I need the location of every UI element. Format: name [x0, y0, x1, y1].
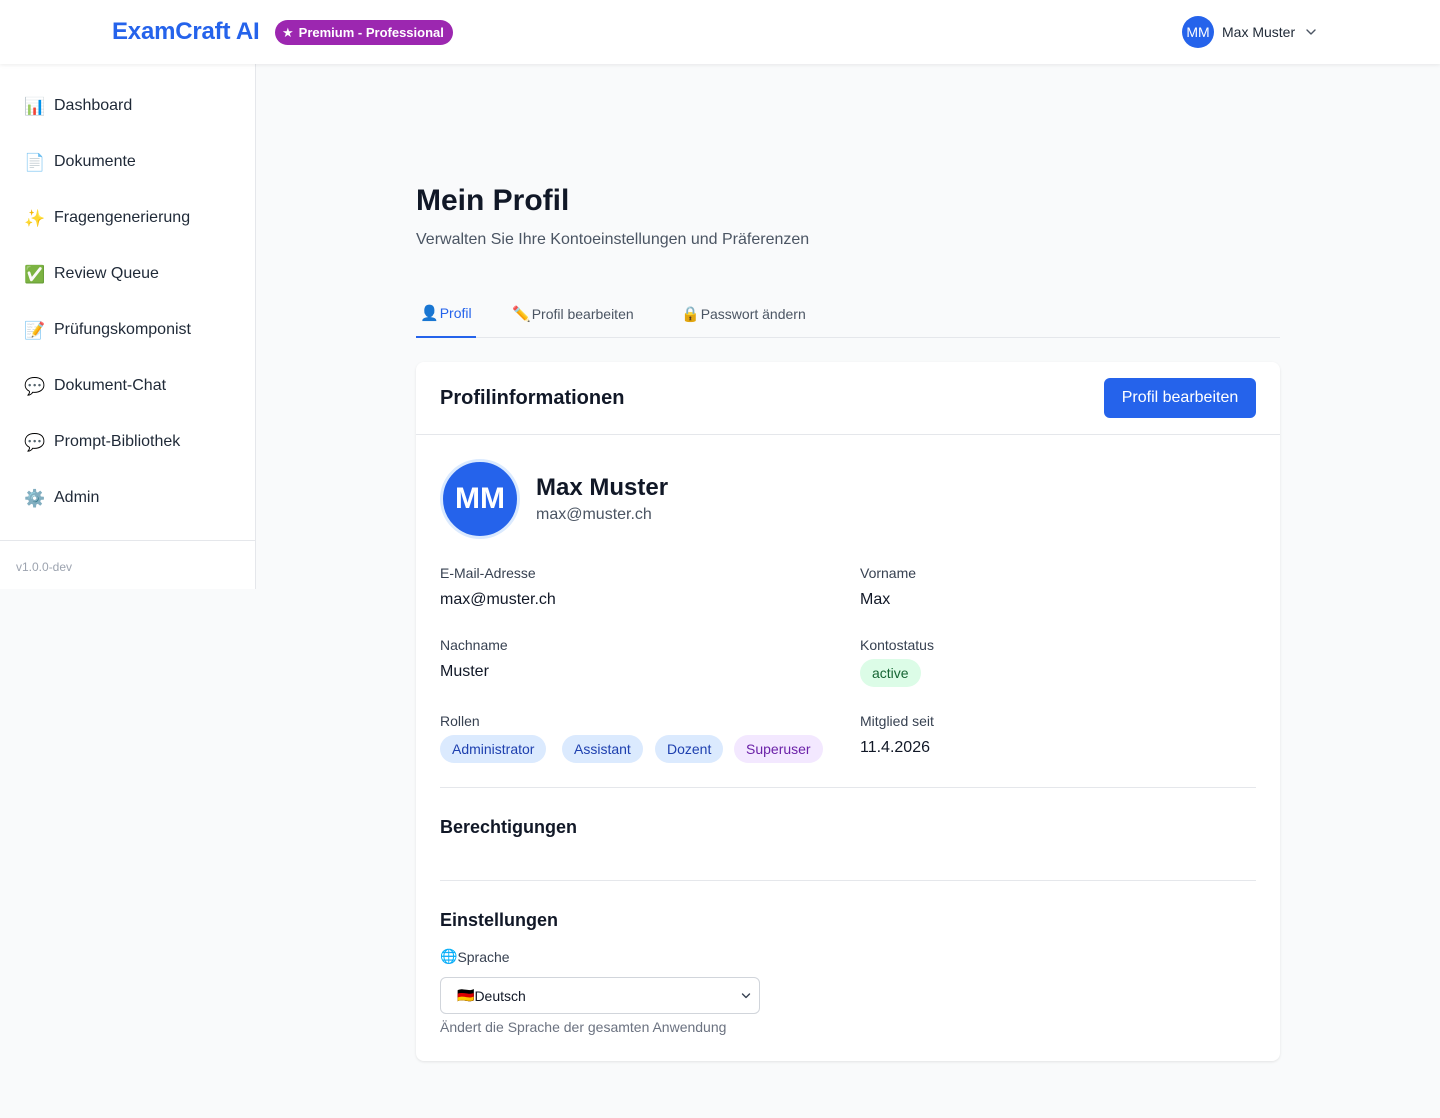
- sidebar-item-fragengenerierung[interactable]: ✨ Fragengenerierung: [0, 190, 255, 246]
- version-label: v1.0.0-dev: [16, 560, 73, 574]
- user-name: Max Muster: [1222, 24, 1296, 40]
- star-icon: ★: [282, 25, 294, 40]
- sidebar-item-label: Dashboard: [54, 97, 133, 114]
- page-title: Mein Profil: [416, 184, 570, 217]
- sidebar-item-review-queue[interactable]: ✅ Review Queue: [0, 246, 255, 302]
- sidebar-item-label: Dokument-Chat: [54, 377, 167, 394]
- chevron-down-icon: [741, 993, 751, 999]
- plan-badge: ★ Premium - Professional: [275, 20, 453, 45]
- language-select[interactable]: 🇩🇪 Deutsch: [440, 977, 760, 1014]
- profile-avatar: MM: [440, 459, 520, 539]
- sidebar-item-dokumente[interactable]: 📄 Dokumente: [0, 134, 255, 190]
- sidebar-item-dashboard[interactable]: 📊 Dashboard: [0, 78, 255, 134]
- bar-chart-icon: 📊: [24, 96, 46, 116]
- tab-profil-bearbeiten[interactable]: ✏️ Profil bearbeiten: [508, 290, 638, 338]
- permissions-title: Berechtigungen: [440, 817, 578, 837]
- speech-bubble-icon: 💬: [24, 376, 46, 396]
- sidebar-item-label: Review Queue: [54, 265, 159, 282]
- profile-tabs: 👤 Profil ✏️ Profil bearbeiten 🔒 Passwort…: [416, 290, 1280, 338]
- sidebar-item-admin[interactable]: ⚙️ Admin: [0, 470, 255, 526]
- speech-bubble-icon: 💬: [24, 432, 46, 452]
- plan-badge-label: Premium - Professional: [298, 25, 444, 40]
- firstname-label: Vorname: [860, 565, 917, 581]
- check-mark-icon: ✅: [24, 264, 46, 284]
- sidebar-item-pruefungskomponist[interactable]: 📝 Prüfungskomponist: [0, 302, 255, 358]
- sidebar-divider: [0, 540, 255, 541]
- card-header: Profilinformationen Profil bearbeiten: [416, 362, 1280, 435]
- pencil-icon: ✏️: [512, 306, 531, 323]
- edit-profile-button[interactable]: Profil bearbeiten: [1104, 378, 1256, 418]
- user-icon: 👤: [420, 305, 439, 322]
- gear-icon: ⚙️: [24, 488, 46, 508]
- role-chip: Assistant: [562, 735, 643, 763]
- sidebar-item-label: Fragengenerierung: [54, 209, 191, 226]
- tab-label: Profil bearbeiten: [531, 306, 634, 322]
- profile-email: max@muster.ch: [536, 506, 652, 523]
- tab-label: Passwort ändern: [700, 306, 806, 322]
- section-divider: [440, 787, 1256, 788]
- language-label-text: Sprache: [457, 948, 510, 965]
- firstname-value: Max: [860, 591, 891, 608]
- role-chip: Administrator: [440, 735, 547, 763]
- user-avatar: MM: [1182, 16, 1214, 48]
- profile-card: Profilinformationen Profil bearbeiten MM…: [416, 362, 1280, 1061]
- sidebar-item-label: Prompt-Bibliothek: [54, 433, 181, 450]
- user-menu-button[interactable]: MM Max Muster: [1182, 16, 1317, 48]
- document-icon: 📄: [24, 152, 46, 172]
- email-label: E-Mail-Adresse: [440, 565, 536, 581]
- memo-icon: 📝: [24, 320, 46, 340]
- page-subtitle: Verwalten Sie Ihre Kontoeinstellungen un…: [416, 231, 810, 248]
- tab-label: Profil: [439, 305, 472, 321]
- sidebar-item-prompt-bibliothek[interactable]: 💬 Prompt-Bibliothek: [0, 414, 255, 470]
- role-chip: Dozent: [655, 735, 724, 763]
- brand-logo[interactable]: ExamCraft AI: [112, 18, 260, 46]
- role-chip: Superuser: [734, 735, 823, 763]
- member-since-value: 11.4.2026: [860, 739, 930, 756]
- sparkles-icon: ✨: [24, 208, 46, 228]
- status-label: Kontostatus: [860, 637, 934, 653]
- top-header: ExamCraft AI ★ Premium - Professional MM…: [0, 0, 1440, 64]
- globe-icon: 🌐: [440, 948, 458, 964]
- email-value: max@muster.ch: [440, 591, 556, 608]
- lastname-label: Nachname: [440, 637, 508, 653]
- lastname-value: Muster: [440, 663, 489, 680]
- section-divider: [440, 880, 1256, 881]
- sidebar-item-label: Admin: [54, 489, 100, 506]
- roles-label: Rollen: [440, 713, 480, 729]
- sidebar-item-dokument-chat[interactable]: 💬 Dokument-Chat: [0, 358, 255, 414]
- german-flag-icon: 🇩🇪: [457, 987, 475, 1003]
- status-badge: active: [860, 659, 921, 687]
- sidebar-item-label: Dokumente: [54, 153, 136, 170]
- profile-name: Max Muster: [536, 474, 669, 501]
- settings-title: Einstellungen: [440, 910, 559, 930]
- language-help-text: Ändert die Sprache der gesamten Anwendun…: [440, 1019, 727, 1035]
- sidebar: 📊 Dashboard 📄 Dokumente ✨ Fragengenerier…: [0, 64, 256, 589]
- card-title: Profilinformationen: [440, 387, 625, 409]
- lock-icon: 🔒: [681, 306, 700, 323]
- language-label: 🌐 Sprache: [440, 948, 510, 965]
- chevron-down-icon: [1306, 29, 1316, 35]
- tab-passwort-aendern[interactable]: 🔒 Passwort ändern: [677, 290, 810, 338]
- sidebar-item-label: Prüfungskomponist: [54, 321, 191, 338]
- tab-profil[interactable]: 👤 Profil: [416, 290, 476, 338]
- member-since-label: Mitglied seit: [860, 713, 934, 729]
- language-selected-value: Deutsch: [474, 987, 526, 1004]
